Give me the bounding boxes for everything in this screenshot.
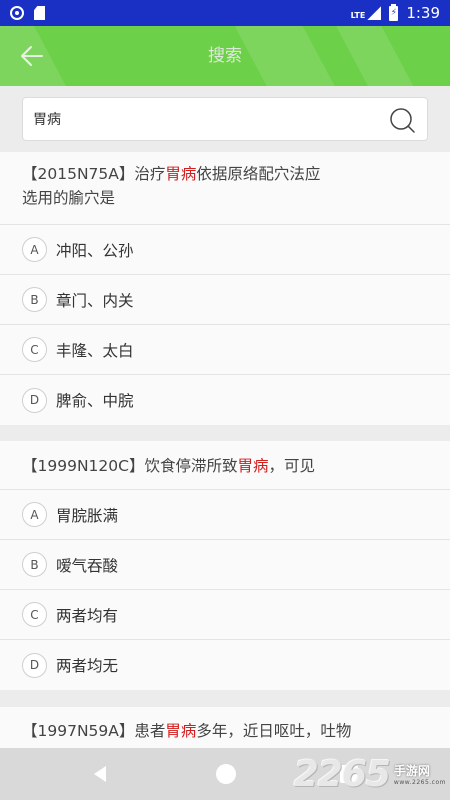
search-icon[interactable] [389, 107, 415, 133]
option-text: 两者均有 [56, 606, 119, 625]
option-b[interactable]: B 章门、内关 [0, 275, 450, 325]
question-card: 【2015N75A】治疗胃病依据原络配穴法应 选用的腧穴是 A 冲阳、公孙 B … [0, 152, 450, 425]
option-letter: C [22, 337, 47, 362]
option-a[interactable]: A 冲阳、公孙 [0, 225, 450, 275]
watermark-site: 手游网 [393, 764, 430, 778]
search-box [22, 97, 428, 142]
site-watermark: 2265 手游网 www.2265.com [294, 752, 446, 796]
network-type: LTE [350, 11, 366, 20]
option-d[interactable]: D 脾俞、中脘 [0, 375, 450, 425]
question-card: 【1997N59A】患者胃病多年，近日呕吐，吐物 [0, 707, 450, 748]
question-suffix: 依据原络配穴法应 [196, 165, 321, 183]
app-header: 搜索 [0, 26, 450, 86]
question-prefix: 【2015N75A】治疗 [22, 165, 166, 183]
option-letter: C [22, 602, 47, 627]
back-triangle-icon[interactable] [90, 764, 110, 784]
question-text: 【1997N59A】患者胃病多年，近日呕吐，吐物 [0, 707, 450, 748]
status-bar: LTE 1:39 [0, 0, 450, 26]
option-letter: D [22, 387, 47, 413]
option-a[interactable]: A 胃脘胀满 [0, 490, 450, 540]
option-text: 章门、内关 [56, 291, 134, 310]
option-text: 两者均无 [56, 657, 119, 675]
question-highlight: 胃病 [165, 165, 197, 183]
option-c[interactable]: C 丰隆、太白 [0, 325, 450, 375]
option-letter: B [22, 287, 47, 312]
search-input[interactable] [33, 98, 373, 142]
option-letter: A [22, 237, 47, 262]
option-letter: B [22, 552, 47, 577]
option-text: 丰隆、太白 [56, 341, 134, 360]
search-area [0, 86, 450, 152]
question-highlight: 胃病 [165, 722, 197, 740]
option-b[interactable]: B 嗳气吞酸 [0, 540, 450, 590]
lte-icon: LTE [351, 6, 382, 20]
option-text: 冲阳、公孙 [56, 241, 134, 260]
option-text: 胃脘胀满 [56, 506, 119, 525]
question-prefix: 【1999N120C】饮食停滞所致 [22, 457, 238, 475]
watermark-number: 2265 [293, 753, 391, 795]
home-circle-icon[interactable] [216, 764, 236, 784]
question-suffix: 多年，近日呕吐，吐物 [196, 722, 352, 740]
watermark-side: 手游网 www.2265.com [394, 762, 446, 786]
record-icon [10, 6, 24, 20]
status-time: 1:39 [406, 4, 440, 22]
option-letter: A [22, 502, 47, 527]
battery-charging-icon [389, 3, 399, 21]
option-text: 嗳气吞酸 [56, 556, 119, 575]
question-card: 【1999N120C】饮食停滞所致胃病，可见 A 胃脘胀满 B 嗳气吞酸 C 两… [0, 441, 450, 690]
question-suffix: ，可见 [268, 457, 315, 475]
page-title: 搜索 [208, 46, 242, 66]
option-d[interactable]: D 两者均无 [0, 640, 450, 690]
option-letter: D [22, 652, 47, 678]
option-text: 脾俞、中脘 [56, 392, 134, 410]
arrow-left-icon[interactable] [18, 42, 46, 70]
option-c[interactable]: C 两者均有 [0, 590, 450, 640]
watermark-url: www.2265.com [393, 779, 446, 786]
signal-icon [367, 6, 382, 20]
question-prefix: 【1997N59A】患者 [22, 722, 166, 740]
question-highlight: 胃病 [237, 457, 269, 475]
question-line2: 选用的腧穴是 [22, 189, 116, 207]
sd-card-icon [34, 6, 45, 20]
question-text: 【2015N75A】治疗胃病依据原络配穴法应 选用的腧穴是 [0, 152, 450, 225]
question-text: 【1999N120C】饮食停滞所致胃病，可见 [0, 441, 450, 490]
